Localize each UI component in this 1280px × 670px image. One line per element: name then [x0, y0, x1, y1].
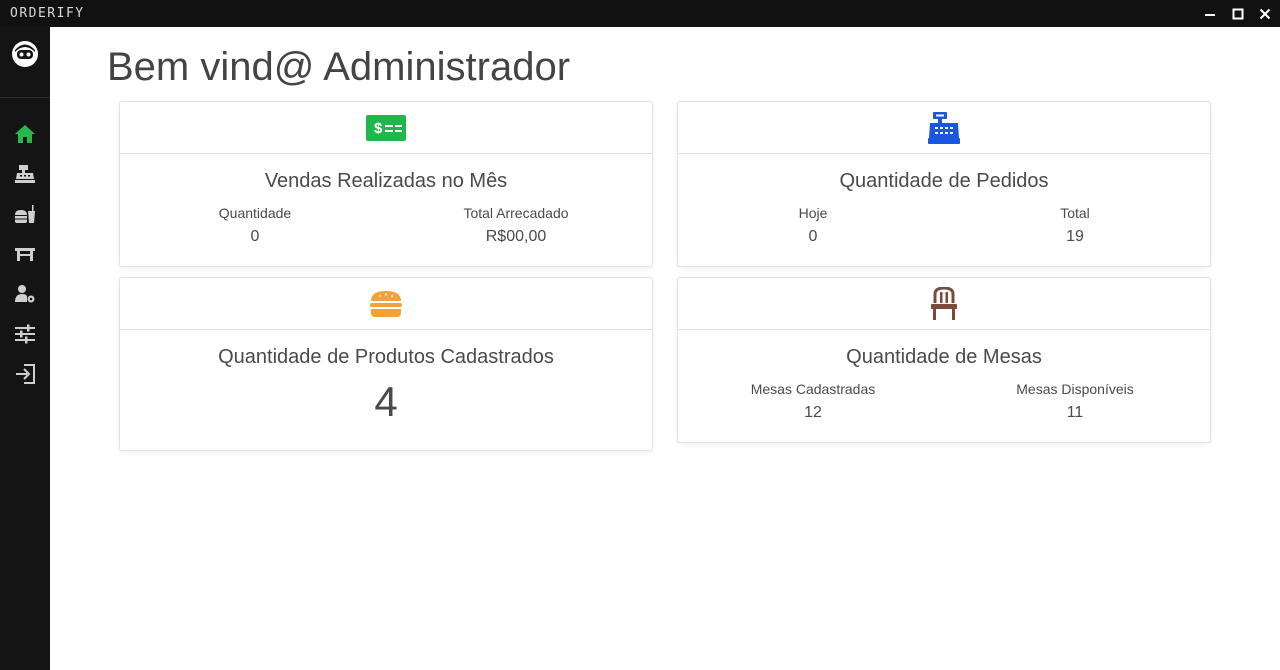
- orders-total-stat: Total 19: [975, 205, 1175, 246]
- stat-value: 0: [250, 228, 260, 245]
- maximize-button[interactable]: [1224, 0, 1252, 27]
- page-title: Bem vind@ Administrador: [107, 45, 571, 89]
- svg-text:$: $: [374, 120, 383, 137]
- orders-card-header: [678, 102, 1210, 154]
- tables-card-header: [678, 278, 1210, 330]
- sidebar-item-orders[interactable]: [12, 161, 38, 187]
- logout-icon: [16, 364, 35, 384]
- sales-card-header: $: [120, 102, 652, 154]
- stat-value: R$00,00: [485, 228, 547, 245]
- app-logo-icon: [11, 40, 39, 68]
- sidebar-item-users[interactable]: [12, 281, 38, 307]
- chair-icon: [931, 286, 957, 320]
- sidebar-item-logout[interactable]: [12, 361, 38, 387]
- stat-value: 19: [1066, 228, 1084, 245]
- home-icon: [15, 125, 35, 143]
- stat-value: 0: [808, 228, 818, 245]
- stat-label: Mesas Cadastradas: [750, 381, 876, 397]
- cash-register-icon: [928, 111, 960, 144]
- sales-card-title: Vendas Realizadas no Mês: [264, 170, 508, 192]
- products-card-header: [120, 278, 652, 330]
- sidebar-item-tables[interactable]: [12, 241, 38, 267]
- user-settings-icon: [15, 285, 35, 303]
- tables-card: Quantidade de Mesas Mesas Cadastradas 12…: [677, 277, 1211, 443]
- close-button[interactable]: [1251, 0, 1279, 27]
- burger-icon: [370, 290, 402, 317]
- orders-card-title: Quantidade de Pedidos: [839, 170, 1049, 192]
- money-bill-icon: $: [366, 114, 406, 141]
- app-title: ORDERIFY: [10, 6, 85, 21]
- sidebar-divider: [0, 97, 50, 98]
- stat-label: Total Arrecadado: [463, 205, 569, 221]
- cash-register-icon: [15, 165, 35, 183]
- products-card-title: Quantidade de Produtos Cadastrados: [218, 346, 554, 368]
- minimize-button[interactable]: [1196, 0, 1224, 27]
- window-titlebar: ORDERIFY: [0, 0, 1280, 27]
- table-icon: [15, 248, 35, 261]
- stat-label: Hoje: [798, 205, 828, 221]
- sidebar: [0, 27, 50, 670]
- sliders-icon: [15, 324, 35, 344]
- orders-today-stat: Hoje 0: [713, 205, 913, 246]
- tables-registered-stat: Mesas Cadastradas 12: [713, 381, 913, 422]
- stat-label: Quantidade: [218, 205, 292, 221]
- minimize-icon: [1205, 13, 1215, 16]
- sidebar-item-products[interactable]: [12, 201, 38, 227]
- tables-available-stat: Mesas Disponíveis 11: [975, 381, 1175, 422]
- products-card: Quantidade de Produtos Cadastrados 4: [119, 277, 653, 451]
- sales-total-stat: Total Arrecadado R$00,00: [416, 205, 616, 246]
- main-content: Bem vind@ Administrador $ Vendas Realiza…: [50, 27, 1280, 670]
- sidebar-item-settings[interactable]: [12, 321, 38, 347]
- sidebar-item-home[interactable]: [12, 121, 38, 147]
- sales-card: $ Vendas Realizadas no Mês Quantidade 0 …: [119, 101, 653, 267]
- stat-label: Mesas Disponíveis: [1016, 381, 1134, 397]
- stat-label: Total: [1060, 205, 1090, 221]
- close-icon: [1259, 8, 1271, 19]
- maximize-icon: [1232, 8, 1244, 19]
- sales-quantity-stat: Quantidade 0: [155, 205, 355, 246]
- food-drink-icon: [15, 205, 35, 223]
- stat-value: 12: [804, 404, 822, 421]
- orders-card: Quantidade de Pedidos Hoje 0 Total 19: [677, 101, 1211, 267]
- products-count: 4: [374, 378, 398, 425]
- stat-value: 11: [1066, 404, 1084, 421]
- tables-card-title: Quantidade de Mesas: [846, 346, 1042, 368]
